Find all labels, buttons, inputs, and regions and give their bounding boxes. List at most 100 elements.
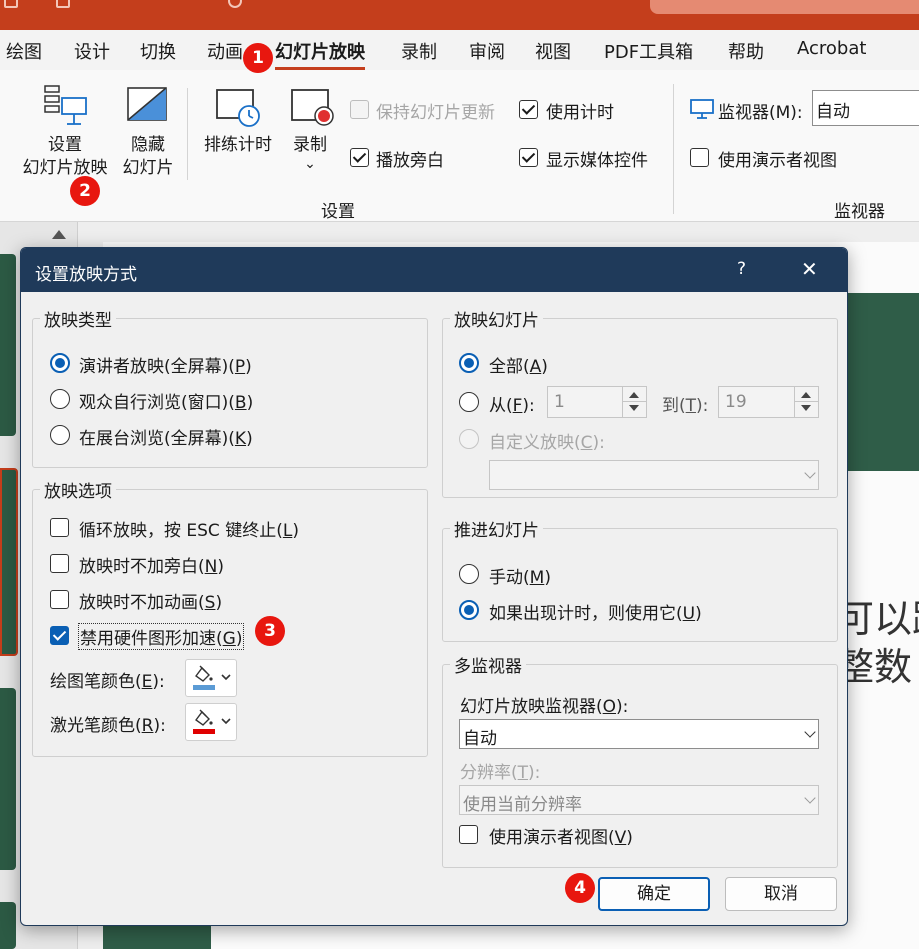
hide-slide-button[interactable]: 隐藏 幻灯片 (116, 134, 180, 180)
spin-up-icon (629, 392, 639, 398)
slide-thumbnail[interactable] (0, 468, 18, 656)
use-presenter-view-checkbox[interactable] (690, 148, 709, 167)
keep-updated-label: 保持幻灯片更新 (376, 103, 495, 123)
tab-pdf-toolbox[interactable]: PDF工具箱 (604, 38, 693, 64)
multiple-monitors-legend: 多监视器 (450, 652, 526, 677)
resolution-label: 分辨率(T): (460, 763, 541, 783)
record-button[interactable]: 录制 ⌄ (286, 134, 334, 171)
slide-image (103, 925, 211, 949)
paint-bucket-icon (193, 709, 231, 734)
ribbon-separator (673, 84, 674, 214)
show-media-controls-checkbox[interactable] (519, 148, 538, 167)
record-icon[interactable] (290, 88, 336, 130)
use-timings-radio[interactable] (459, 600, 479, 620)
slide-thumbnail[interactable] (0, 254, 16, 436)
app-icon (4, 0, 18, 8)
use-timings-checkbox[interactable] (519, 100, 538, 119)
setup-slideshow-button[interactable]: 设置 幻灯片放映 (14, 134, 116, 180)
monitor-select[interactable]: 自动 (812, 90, 919, 126)
use-presenter-view-label: 使用演示者视图 (718, 151, 837, 171)
pen-color-label: 绘图笔颜色(E): (50, 672, 165, 692)
hide-slide-icon[interactable] (126, 86, 168, 124)
scroll-up-icon[interactable] (52, 230, 66, 239)
custom-show-label: 自定义放映(C): (489, 433, 605, 453)
no-animation-checkbox[interactable] (50, 590, 69, 609)
show-options-legend: 放映选项 (40, 477, 116, 502)
presenter-view-checkbox[interactable] (459, 825, 478, 844)
to-spinner[interactable]: 19 (718, 386, 819, 418)
pen-color-button[interactable] (185, 659, 237, 697)
title-bar (0, 0, 919, 30)
slide-thumbnail[interactable] (0, 688, 16, 870)
help-icon[interactable]: ? (737, 259, 746, 279)
use-timings-label: 如果出现计时，则使用它(U) (489, 604, 702, 624)
tab-slideshow[interactable]: 幻灯片放映 (275, 38, 365, 70)
browsed-radio[interactable] (50, 389, 70, 409)
rehearse-timings-icon[interactable] (215, 88, 263, 130)
browsed-label: 观众自行浏览(窗口)(B) (79, 393, 254, 413)
search-box[interactable] (650, 0, 919, 14)
group-label-setup: 设置 (321, 202, 355, 222)
from-spinner[interactable]: 1 (547, 386, 647, 418)
tab-design[interactable]: 设计 (74, 38, 110, 64)
ribbon-separator (187, 88, 188, 180)
rehearse-timings-button[interactable]: 排练计时 (198, 134, 278, 157)
manual-radio[interactable] (459, 564, 479, 584)
manual-label: 手动(M) (489, 568, 551, 588)
step-badge: 4 (565, 873, 595, 903)
paint-bucket-icon (193, 665, 231, 690)
laser-color-button[interactable] (185, 703, 237, 741)
quick-access-icon[interactable] (228, 0, 242, 8)
keep-updated-checkbox[interactable] (350, 100, 369, 119)
presenter-label: 演讲者放映(全屏幕)(P) (79, 357, 252, 377)
play-narrations-checkbox[interactable] (350, 148, 369, 167)
laser-color-label: 激光笔颜色(R): (50, 716, 166, 736)
monitor-label: 监视器(M): (718, 103, 803, 123)
from-radio[interactable] (459, 392, 479, 412)
disable-hw-accel-label: 禁用硬件图形加速(G) (78, 623, 245, 650)
setup-slideshow-icon[interactable] (40, 84, 88, 128)
slide-thumbnail[interactable] (0, 902, 16, 949)
slideshow-monitor-label: 幻灯片放映监视器(O): (460, 697, 629, 717)
presenter-radio[interactable] (50, 353, 70, 373)
tab-review[interactable]: 审阅 (469, 38, 505, 64)
dialog-title: 设置放映方式 (35, 265, 137, 285)
play-narrations-label: 播放旁白 (376, 151, 444, 171)
spin-down-icon (801, 405, 811, 411)
tab-record[interactable]: 录制 (401, 38, 437, 64)
no-narration-checkbox[interactable] (50, 554, 69, 573)
all-slides-radio[interactable] (459, 353, 479, 373)
all-slides-label: 全部(A) (489, 357, 548, 377)
monitor-icon (690, 98, 714, 120)
tab-transitions[interactable]: 切换 (140, 38, 176, 64)
resolution-select[interactable]: 使用当前分辨率 (459, 785, 819, 815)
advance-slides-legend: 推进幻灯片 (450, 516, 543, 541)
slideshow-monitor-select[interactable]: 自动 (459, 719, 819, 749)
step-badge: 3 (255, 616, 285, 646)
custom-show-select[interactable] (489, 460, 819, 490)
no-narration-label: 放映时不加旁白(N) (79, 557, 224, 577)
cancel-button[interactable]: 取消 (725, 877, 837, 911)
dialog-title-bar: 设置放映方式 ? ✕ (21, 248, 847, 292)
step-badge: 1 (243, 43, 273, 73)
tab-view[interactable]: 视图 (535, 38, 571, 64)
show-slides-legend: 放映幻灯片 (450, 306, 543, 331)
disable-hw-accel-checkbox[interactable] (50, 626, 69, 645)
quick-access-icon[interactable] (56, 0, 70, 8)
tab-animations[interactable]: 动画 (207, 38, 243, 64)
custom-show-radio[interactable] (459, 429, 479, 449)
slide-image (845, 293, 919, 471)
ok-button[interactable]: 确定 (598, 877, 710, 911)
kiosk-radio[interactable] (50, 425, 70, 445)
presenter-view-label: 使用演示者视图(V) (489, 828, 633, 848)
close-icon[interactable]: ✕ (801, 257, 818, 281)
no-animation-label: 放映时不加动画(S) (79, 593, 223, 613)
to-label: 到(T): (662, 396, 709, 416)
chevron-down-icon: ⌄ (304, 156, 316, 172)
tab-draw[interactable]: 绘图 (6, 38, 42, 64)
show-type-legend: 放映类型 (40, 306, 116, 331)
tab-acrobat[interactable]: Acrobat (797, 38, 866, 59)
loop-checkbox[interactable] (50, 518, 69, 537)
spin-up-icon (801, 392, 811, 398)
tab-help[interactable]: 帮助 (728, 38, 764, 64)
